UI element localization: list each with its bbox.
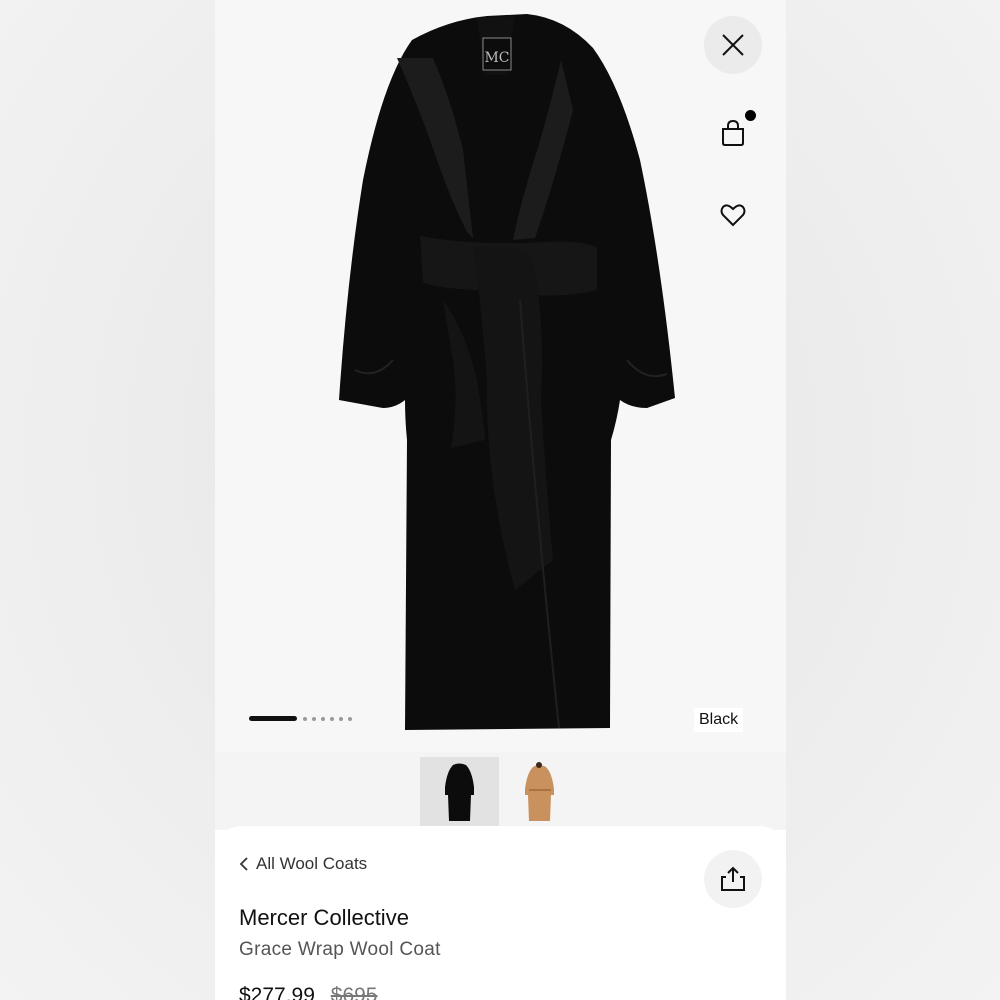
wishlist-button[interactable] <box>704 186 762 244</box>
heart-icon <box>720 204 746 227</box>
original-price: $695 <box>330 984 378 1000</box>
bag-notification-dot <box>745 110 756 121</box>
coat-thumbnail-camel <box>525 762 554 821</box>
carousel-dot-active[interactable] <box>249 716 297 721</box>
close-button[interactable] <box>704 16 762 74</box>
carousel-dot[interactable] <box>330 717 334 721</box>
product-hero[interactable]: MC Black <box>215 0 786 752</box>
chevron-left-icon <box>239 857 248 871</box>
product-detail-screen: MC Black All Wool Coats Mercer Collectiv… <box>215 0 786 1000</box>
breadcrumb-label: All Wool Coats <box>256 854 368 873</box>
product-info-card: All Wool Coats Mercer Collective Grace W… <box>215 826 786 1000</box>
swatch-black[interactable] <box>420 757 499 827</box>
breadcrumb-back-link[interactable]: All Wool Coats <box>239 854 367 874</box>
color-swatch-strip <box>215 752 786 830</box>
carousel-dot[interactable] <box>348 717 352 721</box>
share-icon <box>721 866 745 891</box>
coat-thumbnail-black <box>445 763 474 821</box>
carousel-dot[interactable] <box>339 717 343 721</box>
carousel-dot[interactable] <box>321 717 325 721</box>
bag-icon <box>722 119 744 146</box>
brand-name[interactable]: Mercer Collective <box>239 905 409 931</box>
carousel-dot[interactable] <box>303 717 307 721</box>
selected-color-label: Black <box>694 708 744 732</box>
brand-label-monogram: MC <box>484 50 509 66</box>
close-icon <box>722 34 744 56</box>
share-button[interactable] <box>704 850 762 908</box>
product-image[interactable]: MC <box>215 0 786 752</box>
carousel-dot[interactable] <box>312 717 316 721</box>
swatch-camel[interactable] <box>502 757 581 827</box>
sale-price: $277.99 <box>239 984 315 1000</box>
price-row: $277.99 $695 <box>239 984 377 1000</box>
product-name: Grace Wrap Wool Coat <box>239 939 441 960</box>
